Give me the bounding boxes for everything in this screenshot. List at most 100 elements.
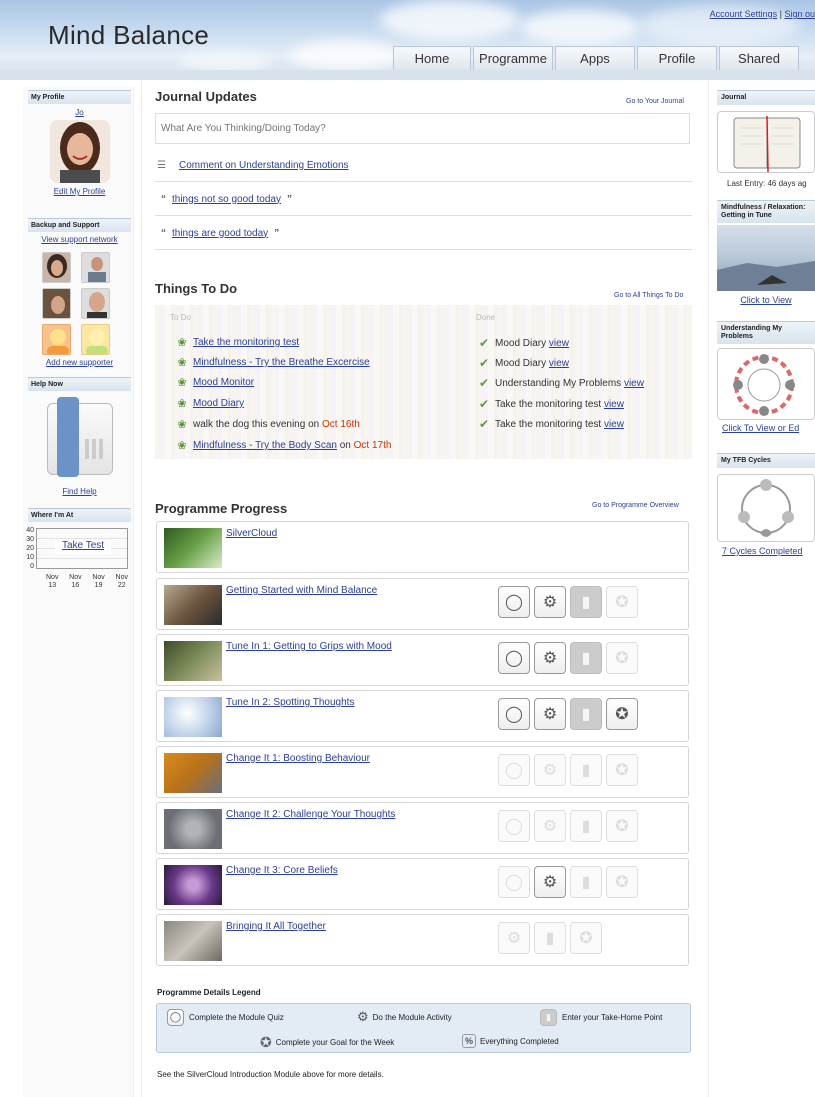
module-thumbnail[interactable] [164, 585, 222, 625]
tab-programme[interactable]: Programme [473, 46, 553, 70]
done-column-label: Done [476, 313, 496, 322]
gears-icon[interactable]: ⚙ [534, 866, 566, 898]
done-view-link[interactable]: view [624, 378, 644, 389]
module-title-link[interactable]: SilverCloud [226, 528, 277, 539]
module-title-link[interactable]: Change It 3: Core Beliefs [226, 865, 338, 876]
module-status-icons: ◯ ⚙ ▮ ✪ [498, 698, 642, 730]
bag-icon[interactable]: ▮ [570, 866, 602, 898]
supporter-avatar[interactable] [81, 288, 110, 319]
journal-book-icon[interactable] [717, 111, 815, 173]
tab-home[interactable]: Home [393, 46, 471, 70]
done-view-link[interactable]: view [604, 399, 624, 410]
quiz-icon[interactable]: ◯ [498, 754, 530, 786]
module-thumbnail[interactable] [164, 528, 222, 568]
supporter-placeholder[interactable] [42, 324, 71, 355]
bag-icon[interactable]: ▮ [570, 642, 602, 674]
module-thumbnail[interactable] [164, 809, 222, 849]
goal-icon[interactable]: ✪ [606, 698, 638, 730]
quiz-icon[interactable]: ◯ [498, 866, 530, 898]
gears-icon[interactable]: ⚙ [534, 698, 566, 730]
gears-icon: ⚙ [357, 1009, 369, 1024]
todo-item-link[interactable]: Mindfulness - Try the Breathe Excercise [193, 357, 370, 368]
quiz-icon[interactable]: ◯ [498, 698, 530, 730]
account-settings-link[interactable]: Account Settings [710, 9, 778, 19]
done-view-link[interactable]: view [549, 358, 569, 369]
module-thumbnail[interactable] [164, 697, 222, 737]
done-view-link[interactable]: view [549, 338, 569, 349]
journal-entry-link[interactable]: things are good today [172, 228, 268, 239]
supporter-avatar[interactable] [81, 252, 110, 283]
tab-profile[interactable]: Profile [637, 46, 717, 70]
quiz-icon[interactable]: ◯ [498, 642, 530, 674]
journal-entry-link[interactable]: things not so good today [172, 194, 281, 205]
mindfulness-image[interactable] [717, 225, 815, 291]
brand-logo: Mind Balance [48, 20, 210, 50]
supporter-placeholder[interactable] [81, 324, 110, 355]
bag-icon: ▮ [540, 1009, 557, 1026]
goal-icon[interactable]: ✪ [606, 754, 638, 786]
tfb-cycle-icon[interactable] [717, 474, 815, 542]
module-thumbnail[interactable] [164, 865, 222, 905]
journal-entry-link[interactable]: Comment on Understanding Emotions [179, 160, 349, 171]
problems-cycle-icon[interactable] [717, 348, 815, 420]
mindfulness-view-link[interactable]: Click to View [740, 295, 791, 305]
bag-icon[interactable]: ▮ [570, 698, 602, 730]
close-quote-icon: ” [274, 227, 280, 239]
go-to-things-to-do-link[interactable]: Go to All Things To Do [614, 292, 683, 299]
gears-icon[interactable]: ⚙ [534, 754, 566, 786]
goal-icon[interactable]: ✪ [606, 866, 638, 898]
checkmark-icon: ✔ [478, 336, 490, 350]
score-chart: 40 30 20 10 0 Take Test Nov 13 Nov 16 Nov 1… [26, 522, 131, 602]
goal-icon[interactable]: ✪ [570, 922, 602, 954]
bag-icon[interactable]: ▮ [534, 922, 566, 954]
done-view-link[interactable]: view [604, 419, 624, 430]
module-thumbnail[interactable] [164, 641, 222, 681]
supporter-avatar[interactable] [42, 288, 71, 319]
bag-icon[interactable]: ▮ [570, 754, 602, 786]
left-sidebar: My Profile Jo Edit My Profile Backup and… [26, 90, 131, 602]
tfb-cycles-link[interactable]: 7 Cycles Completed [722, 546, 803, 556]
go-to-journal-link[interactable]: Go to Your Journal [626, 98, 684, 105]
journal-input[interactable] [155, 113, 690, 144]
module-thumbnail[interactable] [164, 753, 222, 793]
goal-icon[interactable]: ✪ [606, 642, 638, 674]
bag-icon[interactable]: ▮ [570, 810, 602, 842]
gears-icon[interactable]: ⚙ [534, 810, 566, 842]
quiz-icon[interactable]: ◯ [498, 810, 530, 842]
go-to-programme-overview-link[interactable]: Go to Programme Overview [592, 502, 679, 509]
close-quote-icon: ” [286, 193, 292, 205]
gears-icon[interactable]: ⚙ [534, 586, 566, 618]
understanding-view-link[interactable]: Click To View or Ed [722, 423, 799, 433]
module-title-link[interactable]: Change It 2: Challenge Your Thoughts [226, 809, 395, 820]
add-supporter-link[interactable]: Add new supporter [46, 358, 113, 367]
tab-shared[interactable]: Shared [719, 46, 799, 70]
todo-item-link[interactable]: Mood Monitor [193, 377, 254, 388]
sign-out-link[interactable]: Sign ou [784, 9, 815, 19]
goal-icon[interactable]: ✪ [606, 810, 638, 842]
todo-item-link[interactable]: Mood Diary [193, 398, 244, 409]
take-test-button[interactable]: Take Test [62, 540, 104, 551]
goal-icon[interactable]: ✪ [606, 586, 638, 618]
quiz-icon[interactable]: ◯ [498, 586, 530, 618]
todo-item-link[interactable]: Take the monitoring test [193, 337, 299, 348]
todo-item-link[interactable]: Mindfulness - Try the Body Scan [193, 440, 337, 451]
avatar[interactable] [49, 120, 110, 183]
phone-icon[interactable] [46, 397, 113, 479]
module-title-link[interactable]: Bringing It All Together [226, 921, 326, 932]
done-item-text: Take the monitoring test [495, 398, 602, 410]
view-support-network-link[interactable]: View support network [41, 235, 117, 244]
edit-profile-link[interactable]: Edit My Profile [54, 187, 106, 196]
module-title-link[interactable]: Change It 1: Boosting Behaviour [226, 753, 370, 764]
module-title-link[interactable]: Getting Started with Mind Balance [226, 585, 377, 596]
module-thumbnail[interactable] [164, 921, 222, 961]
tab-apps[interactable]: Apps [555, 46, 635, 70]
leaf-icon: ❀ [177, 419, 187, 431]
profile-name-link[interactable]: Jo [75, 108, 83, 117]
bag-icon[interactable]: ▮ [570, 586, 602, 618]
module-title-link[interactable]: Tune In 1: Getting to Grips with Mood [226, 641, 392, 652]
find-help-link[interactable]: Find Help [62, 487, 96, 496]
gears-icon[interactable]: ⚙ [498, 922, 530, 954]
module-title-link[interactable]: Tune In 2: Spotting Thoughts [226, 697, 354, 708]
supporter-avatar[interactable] [42, 252, 71, 283]
gears-icon[interactable]: ⚙ [534, 642, 566, 674]
